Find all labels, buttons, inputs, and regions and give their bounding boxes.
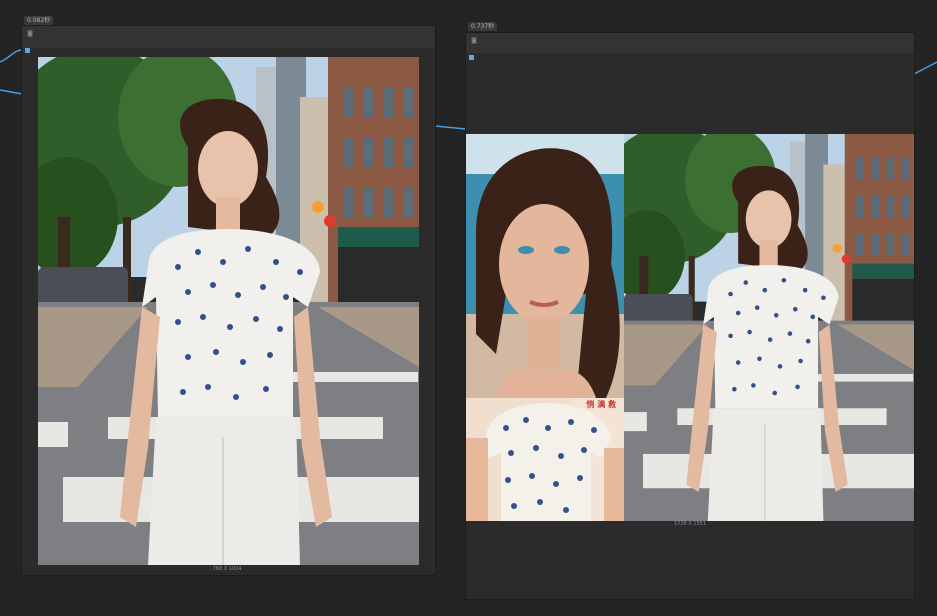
preview-image-1 [38,57,419,565]
preview-image-2 [624,134,914,521]
node-2-exec-time: 0.737秒 [468,22,498,31]
input-port[interactable] [25,48,30,53]
wire-middle [434,125,467,130]
preview-node-1[interactable]: ◙ 768 X 1024 [22,26,435,575]
wire-right [913,61,937,75]
node-2-image-size: 1728 X 1551 [673,521,707,527]
preview-image-face [466,134,624,398]
collage-overlay-text: 悄 满 救 [586,400,616,409]
preview-node-2[interactable]: ◙ 悄 满 救 1728 X 1551 [466,33,914,599]
node-1-image-size: 768 X 1024 [212,566,242,572]
node-2-header[interactable] [466,33,914,53]
node-1-exec-time: 0.082秒 [24,16,54,25]
preview-image-torso: 悄 满 救 [466,398,624,521]
collapse-icon[interactable]: ◙ [27,31,33,37]
collapse-icon-2[interactable]: ◙ [471,38,477,44]
input-port-2[interactable] [469,55,474,60]
wire-left [0,49,23,63]
node-1-header[interactable] [22,26,435,48]
wire-left-lower [0,89,23,95]
